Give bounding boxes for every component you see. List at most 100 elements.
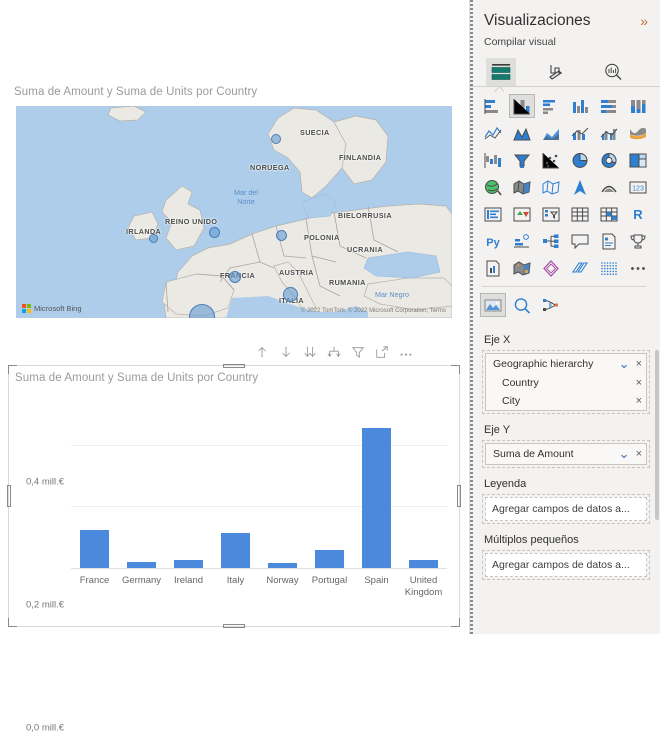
visual-type-donut-chart[interactable] [596,148,622,172]
visual-header-toolbar[interactable] [255,343,455,361]
visual-type-pie-chart[interactable] [567,148,593,172]
visual-type-matrix[interactable] [596,202,622,226]
well-multiplos-pequenos[interactable]: Agregar campos de datos a... [482,550,650,580]
map-bubble-irlanda[interactable] [149,234,158,243]
visual-type-scatter-chart[interactable] [538,148,564,172]
chevron-down-icon[interactable]: ⌄ [619,360,630,368]
visual-type-powerbi-visual[interactable] [538,256,564,280]
expand-all-icon[interactable] [303,344,317,360]
visual-type-waterfall-chart[interactable] [480,148,506,172]
visual-type-scatter-density[interactable] [596,256,622,280]
visual-type-azure-map[interactable] [567,175,593,199]
map-bubble-alemania[interactable] [276,230,287,241]
bar-portugal[interactable] [315,550,343,568]
bing-map[interactable]: SUECIA FINLANDIA NORUEGA REINO UNIDO IRL… [16,106,452,318]
visual-type-smart-narrative[interactable] [596,229,622,253]
visual-type-slicer[interactable] [538,202,564,226]
drill-next-level-icon[interactable] [327,344,341,360]
visual-type-gallery[interactable]: 123 R Py [470,86,660,322]
field-chip-suma-de-amount[interactable]: Suma de Amount⌄× [486,444,646,464]
visual-type-key-influencers[interactable] [509,229,535,253]
filter-icon[interactable] [351,344,365,360]
bar-spain[interactable] [362,428,390,568]
report-canvas[interactable]: Suma de Amount y Suma de Units por Count… [0,0,469,634]
bar-united-kingdom[interactable] [409,560,437,568]
resize-handle-bottom[interactable] [223,624,245,628]
bar-germany[interactable] [127,562,155,568]
visualizations-pane[interactable]: Visualizaciones » Compilar visual [469,0,660,634]
bar-france[interactable] [80,530,108,568]
format-visual-tab[interactable] [542,58,572,86]
visual-type-card[interactable]: 123 [625,175,651,199]
visual-type-image-visual[interactable] [480,293,506,317]
well-eje-y[interactable]: Suma de Amount⌄× [482,440,650,468]
resize-handle-top-right[interactable] [451,365,460,374]
visual-type-arcgis-map[interactable] [596,175,622,199]
bar-norway[interactable] [268,563,296,568]
visual-type-hundred-percent-stacked-bar-chart[interactable] [596,94,622,118]
visual-type-treemap[interactable] [625,148,651,172]
visual-type-power-apps[interactable] [509,256,535,280]
more-options-icon[interactable] [399,344,413,360]
resize-handle-top[interactable] [223,364,245,368]
well-placeholder-multiplos-pequenos[interactable]: Agregar campos de datos a... [485,553,647,577]
visual-type-python-visual[interactable]: Py [480,229,506,253]
resize-handle-bottom-left[interactable] [8,618,17,627]
visual-type-get-more-visuals[interactable] [509,293,535,317]
well-leyenda[interactable]: Agregar campos de datos a... [482,494,650,524]
remove-field-icon[interactable]: × [636,377,642,389]
visual-type-metrics[interactable] [625,229,651,253]
field-chip-geographic-hierarchy[interactable]: Geographic hierarchy⌄× [486,354,646,374]
field-chip-city[interactable]: City× [486,392,646,410]
visual-type-stacked-column-chart[interactable] [509,94,535,118]
visual-type-line-and-stacked-column-chart[interactable] [567,121,593,145]
visual-type-power-automate[interactable] [567,256,593,280]
visual-type-decomposition-tree[interactable] [538,229,564,253]
visual-type-paginated-report[interactable] [480,256,506,280]
build-visual-tab[interactable] [486,58,516,86]
visual-type-network-visual[interactable] [538,293,564,317]
visual-type-ribbon-chart[interactable] [625,121,651,145]
visual-type-area-chart[interactable] [509,121,535,145]
analytics-tab[interactable] [598,58,628,86]
map-visual[interactable]: Suma de Amount y Suma de Units por Count… [8,80,460,358]
visual-type-line-chart[interactable] [480,121,506,145]
resize-handle-top-left[interactable] [8,365,17,374]
bar-ireland[interactable] [174,560,202,568]
remove-field-icon[interactable]: × [636,358,642,370]
field-chip-country[interactable]: Country× [486,374,646,392]
bar-italy[interactable] [221,533,249,568]
map-bubble-reino-unido[interactable] [209,227,220,238]
bar-chart-visual[interactable]: Suma de Amount y Suma de Units por Count… [8,365,460,627]
focus-mode-icon[interactable] [375,344,389,360]
visual-type-hundred-percent-stacked-column-chart[interactable] [625,94,651,118]
drill-up-icon[interactable] [255,344,269,360]
pane-drag-dots[interactable] [470,0,473,634]
resize-handle-right[interactable] [457,485,461,507]
resize-handle-left[interactable] [7,485,11,507]
map-bubble-noruega[interactable] [271,134,281,144]
remove-field-icon[interactable]: × [636,448,642,460]
visual-type-stacked-bar-chart[interactable] [480,94,506,118]
visual-type-qna[interactable] [567,229,593,253]
chevron-down-icon[interactable]: ⌄ [619,450,630,458]
visual-type-clustered-column-chart[interactable] [567,94,593,118]
visual-type-clustered-bar-chart[interactable] [538,94,564,118]
visual-type-more-visuals[interactable] [625,256,651,280]
double-chevron-right-icon[interactable]: » [640,13,648,29]
visual-type-filled-map[interactable] [509,175,535,199]
visual-type-line-and-clustered-column-chart[interactable] [596,121,622,145]
well-placeholder-leyenda[interactable]: Agregar campos de datos a... [485,497,647,521]
visual-type-funnel-chart[interactable] [509,148,535,172]
pane-scrollbar[interactable] [655,350,659,520]
map-bubble-italia[interactable] [283,287,298,302]
visual-type-table[interactable] [567,202,593,226]
visual-type-stacked-area-chart[interactable] [538,121,564,145]
well-eje-x[interactable]: Geographic hierarchy⌄×Country×City× [482,350,650,414]
field-wells[interactable]: Eje XGeographic hierarchy⌄×Country×City×… [470,322,660,580]
drill-down-icon[interactable] [279,344,293,360]
map-bubble-francia[interactable] [229,271,241,283]
remove-field-icon[interactable]: × [636,395,642,407]
visual-type-map[interactable] [480,175,506,199]
visual-type-r-script-visual[interactable]: R [625,202,651,226]
